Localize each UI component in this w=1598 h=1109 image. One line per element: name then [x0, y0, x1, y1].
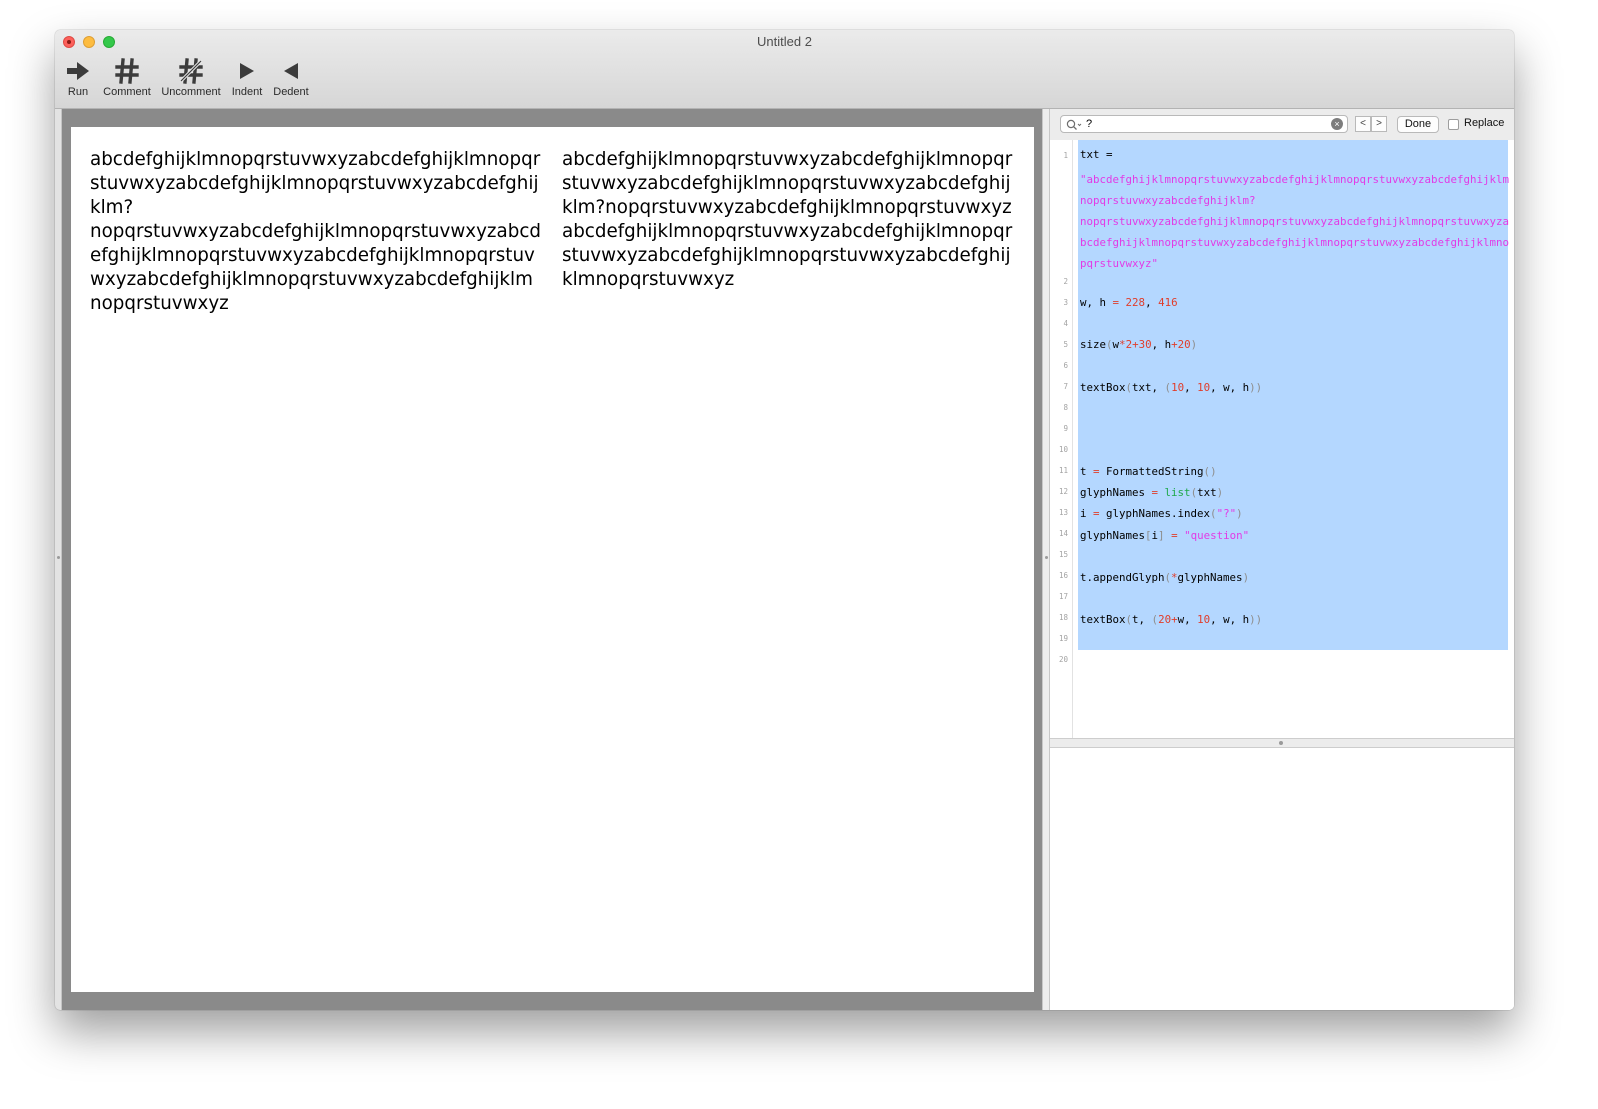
code-pane: × < > Done Replace 1 2 3 4 5 6 7 8 9 10 … — [1050, 109, 1514, 1010]
code-line: glyphNames[i] = "question" — [1080, 529, 1249, 542]
find-input[interactable] — [1086, 117, 1316, 131]
code-line: nopqrstuvwxyzabcdefghijklmnopqrstuvwxyza… — [1080, 215, 1510, 270]
run-arrow-icon — [63, 56, 93, 86]
line-number: 8 — [1063, 403, 1068, 412]
line-number-gutter: 1 2 3 4 5 6 7 8 9 10 11 12 13 14 15 16 1… — [1050, 140, 1073, 738]
line-number: 1 — [1063, 151, 1068, 160]
code-token: w, h = 228, 416 — [1080, 296, 1178, 309]
code-line: i = glyphNames.index("?") — [1080, 507, 1243, 520]
line-number: 5 — [1063, 340, 1068, 349]
vertical-split-divider[interactable] — [1042, 109, 1050, 1010]
code-token: glyphNames = list(txt) — [1080, 486, 1224, 499]
line-number: 12 — [1058, 487, 1068, 496]
code-line: "abcdefghijklmnopqrstuvwxyzabcdefghijklm… — [1080, 173, 1510, 207]
code-line: textBox(txt, (10, 10, w, h)) — [1080, 381, 1262, 394]
run-button[interactable]: Run — [63, 56, 93, 98]
line-number: 4 — [1063, 319, 1068, 328]
comment-button[interactable]: Comment — [99, 56, 155, 98]
line-number: 15 — [1058, 550, 1068, 559]
search-icon — [1066, 118, 1082, 136]
text-box-left: abcdefghijklmnopqrstuvwxyzabcdefghijklmn… — [90, 149, 541, 314]
code-token: size(w*2+30, h+20) — [1080, 338, 1198, 351]
code-line: w, h = 228, 416 — [1080, 296, 1178, 309]
text-box-right: abcdefghijklmnopqrstuvwxyzabcdefghijklmn… — [562, 149, 1013, 290]
app-window: Untitled 2 Run Comment Uncomment Indent — [55, 30, 1514, 1010]
hash-slash-icon — [159, 56, 223, 86]
triangle-right-icon — [229, 56, 265, 86]
window-title: Untitled 2 — [757, 34, 812, 49]
resize-grip-icon[interactable] — [57, 556, 60, 559]
preview-canvas-area[interactable]: abcdefghijklmnopqrstuvwxyzabcdefghijklmn… — [55, 109, 1042, 1010]
line-number: 17 — [1058, 592, 1068, 601]
split-grip-icon — [1279, 741, 1283, 745]
output-console[interactable] — [1050, 748, 1514, 1010]
run-label: Run — [67, 86, 89, 98]
replace-label: Replace — [1464, 117, 1505, 129]
line-number: 18 — [1058, 613, 1068, 622]
title-bar: Untitled 2 Run Comment Uncomment Indent — [55, 30, 1514, 109]
code-token: glyphNames[i] = "question" — [1080, 529, 1250, 542]
line-number: 10 — [1058, 445, 1068, 454]
line-number: 6 — [1063, 361, 1068, 370]
split-grip-icon — [1045, 556, 1048, 559]
hash-icon — [99, 56, 155, 86]
code-token: i = glyphNames.index("?") — [1080, 507, 1243, 520]
line-number: 19 — [1058, 634, 1068, 643]
line-number: 16 — [1058, 571, 1068, 580]
line-number: 13 — [1058, 508, 1068, 517]
line-number: 3 — [1063, 298, 1068, 307]
code-token: t = FormattedString() — [1080, 465, 1217, 478]
find-bar: × < > Done Replace — [1050, 109, 1514, 141]
comment-label: Comment — [103, 86, 151, 98]
horizontal-split-divider[interactable] — [1050, 738, 1514, 748]
code-editor[interactable]: 1 2 3 4 5 6 7 8 9 10 11 12 13 14 15 16 1… — [1050, 140, 1514, 738]
code-token: textBox(txt, (10, 10, w, h)) — [1080, 381, 1263, 394]
dedent-button[interactable]: Dedent — [271, 56, 311, 98]
find-field[interactable]: × — [1060, 115, 1348, 133]
line-number: 14 — [1058, 529, 1068, 538]
done-button[interactable]: Done — [1397, 116, 1439, 133]
uncomment-label: Uncomment — [161, 86, 221, 98]
code-line: t = FormattedString() — [1080, 465, 1217, 478]
uncomment-button[interactable]: Uncomment — [159, 56, 223, 98]
code-line: t.appendGlyph(*glyphNames) — [1080, 571, 1249, 584]
line-number: 20 — [1058, 655, 1068, 664]
indent-label: Indent — [231, 86, 263, 98]
replace-checkbox[interactable] — [1448, 119, 1459, 130]
code-line: size(w*2+30, h+20) — [1080, 338, 1197, 351]
line-number: 9 — [1063, 424, 1068, 433]
triangle-left-icon — [271, 56, 311, 86]
indent-button[interactable]: Indent — [229, 56, 265, 98]
code-line: textBox(t, (20+w, 10, w, h)) — [1080, 613, 1262, 626]
line-number: 7 — [1063, 382, 1068, 391]
code-line: glyphNames = list(txt) — [1080, 486, 1223, 499]
dedent-label: Dedent — [273, 86, 309, 98]
find-previous-button[interactable]: < — [1355, 116, 1371, 132]
line-number: 11 — [1058, 466, 1068, 475]
line-number: 2 — [1063, 277, 1068, 286]
preview-page: abcdefghijklmnopqrstuvwxyzabcdefghijklmn… — [71, 127, 1034, 992]
clear-search-icon[interactable]: × — [1331, 118, 1343, 130]
code-line: txt = — [1080, 148, 1113, 161]
code-token: t.appendGlyph(*glyphNames) — [1080, 571, 1250, 584]
code-token: textBox(t, (20+w, 10, w, h)) — [1080, 613, 1263, 626]
canvas-left-edge — [55, 109, 62, 1010]
find-next-button[interactable]: > — [1371, 116, 1387, 132]
